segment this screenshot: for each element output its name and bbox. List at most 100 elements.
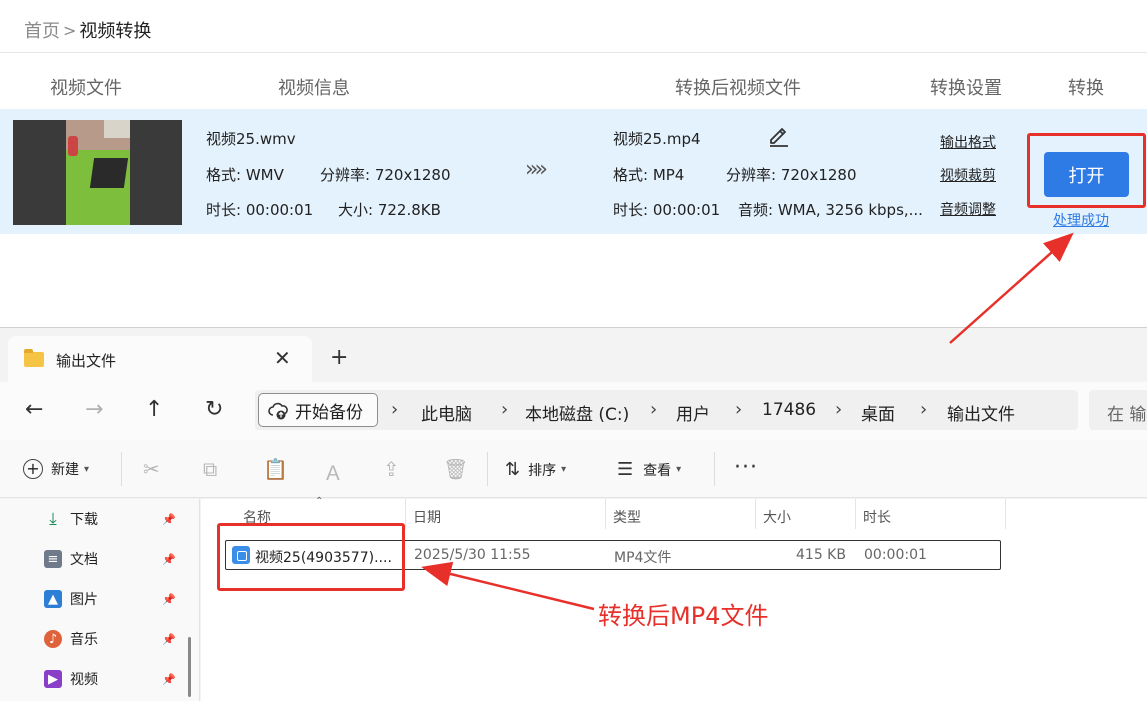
rename-icon[interactable]: Ａ — [323, 457, 343, 486]
path-separator-icon: › — [650, 399, 658, 420]
delete-icon[interactable]: 🗑 — [443, 457, 468, 481]
pictures-icon: ▲ — [44, 590, 62, 608]
pin-icon[interactable]: 📌 — [162, 553, 176, 566]
cloud-backup-icon — [268, 402, 288, 420]
annotation-frame-file — [217, 523, 405, 591]
breadcrumb-home[interactable]: 首页 — [24, 17, 60, 43]
download-icon: ⤓ — [49, 509, 57, 529]
sidebar-item-label: 文档 — [70, 552, 98, 568]
videos-icon: ▶ — [44, 670, 62, 688]
command-bar: + 新建 ▾ ✂ ⧉ 📋 Ａ ⇪ 🗑 ⇅ 排序 ▾ ☰ 查看 ▾ ··· — [0, 440, 1147, 498]
more-options-icon[interactable]: ··· — [734, 455, 758, 480]
column-header-video-file: 视频文件 — [50, 78, 122, 99]
path-separator-icon: › — [920, 399, 928, 420]
chevron-down-icon: ▾ — [84, 463, 90, 475]
column-header-video-info: 视频信息 — [278, 78, 350, 99]
view-list-icon: ☰ — [617, 459, 634, 480]
view-button[interactable]: ☰ 查看 ▾ — [617, 459, 681, 480]
sidebar-item-documents[interactable]: ≡ 文档 📌 — [44, 547, 184, 571]
paste-icon[interactable]: 📋 — [263, 457, 288, 481]
sidebar-item-downloads[interactable]: ⤓ 下载 📌 — [44, 507, 184, 531]
refresh-icon[interactable]: ↻ — [205, 397, 223, 422]
audio-adjust-link[interactable]: 音频调整 — [940, 199, 996, 219]
column-header-size[interactable]: 大小 — [763, 507, 791, 527]
thumbnail-photo — [66, 120, 130, 225]
document-icon: ≡ — [44, 550, 62, 568]
sort-label: 排序 — [528, 462, 557, 479]
new-label: 新建 — [51, 462, 79, 478]
breadcrumb: 首页 > 视频转换 — [24, 17, 152, 43]
path-output-folder[interactable]: 输出文件 — [947, 400, 1015, 425]
up-arrow-icon[interactable]: ↑ — [145, 397, 163, 422]
output-format: 格式: MP4 — [613, 166, 685, 184]
path-separator-icon: › — [835, 399, 843, 420]
music-icon: ♪ — [44, 630, 62, 648]
sidebar-scrollbar[interactable] — [188, 637, 191, 697]
status-success[interactable]: 处理成功 — [1053, 210, 1109, 230]
file-date: 2025/5/30 11:55 — [414, 547, 531, 563]
path-users[interactable]: 用户 — [676, 400, 710, 425]
video-thumbnail — [13, 120, 182, 225]
start-backup-button[interactable]: 开始备份 — [258, 393, 378, 427]
address-bar[interactable]: 开始备份 › 此电脑 › 本地磁盘 (C:) › 用户 › 17486 › 桌面… — [255, 390, 1078, 430]
pin-icon[interactable]: 📌 — [162, 633, 176, 646]
column-header-converted-file: 转换后视频文件 — [675, 78, 801, 99]
chevron-down-icon: ▾ — [561, 464, 567, 475]
output-filename: 视频25.mp4 — [613, 130, 701, 148]
annotation-label: 转换后MP4文件 — [598, 602, 769, 630]
copy-icon[interactable]: ⧉ — [203, 457, 217, 481]
source-duration: 时长: 00:00:01 — [206, 201, 314, 219]
share-icon[interactable]: ⇪ — [383, 457, 400, 481]
plus-circle-icon: + — [23, 459, 43, 479]
path-desktop[interactable]: 桌面 — [861, 400, 895, 425]
forward-arrow-icon[interactable]: → — [85, 397, 103, 422]
sidebar-item-pictures[interactable]: ▲ 图片 📌 — [44, 587, 184, 611]
file-type: MP4文件 — [614, 550, 672, 566]
source-format: 格式: WMV — [206, 166, 284, 184]
video-crop-link[interactable]: 视频裁剪 — [940, 165, 996, 185]
new-tab-icon[interactable]: + — [330, 345, 348, 370]
output-resolution: 分辨率: 720x1280 — [726, 166, 857, 184]
edit-icon[interactable] — [767, 123, 791, 147]
sidebar-item-label: 下载 — [70, 512, 98, 528]
sidebar-item-label: 视频 — [70, 672, 98, 688]
tab-title: 输出文件 — [56, 352, 117, 370]
pin-icon[interactable]: 📌 — [162, 673, 176, 686]
pin-icon[interactable]: 📌 — [162, 593, 176, 606]
sidebar-item-music[interactable]: ♪ 音乐 📌 — [44, 627, 184, 651]
file-explorer-window: 输出文件 ✕ + ← → ↑ ↻ 开始备份 › 此电脑 › 本地磁盘 (C:) … — [0, 327, 1147, 701]
column-header-convert: 转换 — [1068, 78, 1104, 99]
output-duration: 时长: 00:00:01 — [613, 201, 721, 219]
path-user-17486[interactable]: 17486 — [762, 400, 816, 420]
column-header-duration[interactable]: 时长 — [863, 507, 891, 527]
search-placeholder: 在 输 — [1107, 405, 1147, 425]
search-box[interactable]: 在 输 — [1089, 390, 1147, 430]
close-icon[interactable]: ✕ — [274, 346, 291, 370]
tab-output-folder[interactable]: 输出文件 ✕ — [8, 336, 312, 382]
output-audio: 音频: WMA, 3256 kbps,... — [738, 201, 923, 219]
annotation-frame-open-button — [1027, 133, 1146, 208]
column-header-date[interactable]: 日期 — [413, 507, 441, 527]
chevron-down-icon: ▾ — [676, 464, 682, 475]
new-button[interactable]: + 新建 ▾ — [23, 459, 89, 479]
source-filename: 视频25.wmv — [206, 130, 296, 148]
sort-button[interactable]: ⇅ 排序 ▾ — [505, 459, 566, 480]
column-header-type[interactable]: 类型 — [613, 507, 641, 527]
sort-icon: ⇅ — [505, 459, 521, 480]
cut-icon[interactable]: ✂ — [143, 457, 160, 481]
file-duration: 00:00:01 — [864, 547, 927, 563]
sidebar-item-videos[interactable]: ▶ 视频 📌 — [44, 667, 184, 691]
path-this-pc[interactable]: 此电脑 — [421, 400, 472, 425]
breadcrumb-current: 视频转换 — [79, 21, 152, 42]
pin-icon[interactable]: 📌 — [162, 513, 176, 526]
output-format-link[interactable]: 输出格式 — [940, 132, 996, 152]
navigation-bar: ← → ↑ ↻ 开始备份 › 此电脑 › 本地磁盘 (C:) › 用户 › 17… — [0, 382, 1147, 440]
video-row: 视频25.wmv 格式: WMV 分辨率: 720x1280 时长: 00:00… — [0, 109, 1147, 234]
header-divider — [0, 52, 1147, 53]
start-backup-label: 开始备份 — [295, 402, 363, 423]
file-size: 415 KB — [796, 547, 846, 563]
path-separator-icon: › — [735, 399, 743, 420]
back-arrow-icon[interactable]: ← — [25, 397, 43, 422]
path-local-disk[interactable]: 本地磁盘 (C:) — [525, 400, 629, 425]
sort-ascending-icon: ⌃ — [315, 496, 324, 507]
